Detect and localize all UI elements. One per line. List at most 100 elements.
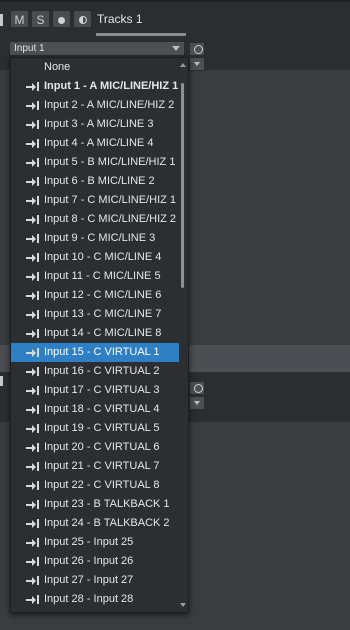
input-option-button[interactable] xyxy=(189,42,205,56)
track-volume-bar[interactable] xyxy=(96,33,186,36)
monitor-icon xyxy=(78,16,87,24)
menu-item[interactable]: Input 24 - B TALKBACK 2 xyxy=(11,514,179,533)
track-edge-marker xyxy=(0,14,3,26)
scroll-down-icon[interactable] xyxy=(180,603,186,607)
menu-scrollbar[interactable] xyxy=(178,58,188,612)
menu-item[interactable]: Input 27 - Input 27 xyxy=(11,571,179,590)
input-icon xyxy=(26,481,40,490)
scroll-thumb[interactable] xyxy=(181,83,184,288)
input-icon xyxy=(26,348,40,357)
menu-item-label: Input 3 - A MIC/LINE 3 xyxy=(44,118,154,130)
scroll-up-icon[interactable] xyxy=(180,63,186,67)
input-icon xyxy=(26,196,40,205)
menu-item-label: Input 12 - C MIC/LINE 6 xyxy=(44,289,162,301)
menu-item[interactable]: Input 10 - C MIC/LINE 4 xyxy=(11,248,179,267)
menu-item-label: Input 25 - Input 25 xyxy=(44,536,134,548)
menu-item-label: Input 1 - A MIC/LINE/HIZ 1 xyxy=(44,80,179,92)
menu-item-label: Input 7 - C MIC/LINE/HIZ 1 xyxy=(44,194,177,206)
menu-item-label: Input 8 - C MIC/LINE/HIZ 2 xyxy=(44,213,177,225)
menu-item-label: Input 27 - Input 27 xyxy=(44,574,134,586)
track-2-output-select-button[interactable] xyxy=(189,396,205,410)
menu-item-label: Input 20 - C VIRTUAL 6 xyxy=(44,441,160,453)
menu-item-label: Input 9 - C MIC/LINE 3 xyxy=(44,232,156,244)
input-dropdown-menu: None Input 1 - A MIC/LINE/HIZ 1 Input 2 - … xyxy=(10,57,189,613)
menu-item[interactable]: Input 9 - C MIC/LINE 3 xyxy=(11,229,179,248)
menu-item-label: Input 21 - C VIRTUAL 7 xyxy=(44,460,160,472)
input-icon xyxy=(26,177,40,186)
menu-item[interactable]: Input 23 - B TALKBACK 1 xyxy=(11,495,179,514)
input-icon xyxy=(26,443,40,452)
menu-item[interactable]: Input 8 - C MIC/LINE/HIZ 2 xyxy=(11,210,179,229)
menu-item-label: Input 17 - C VIRTUAL 3 xyxy=(44,384,160,396)
solo-button[interactable]: S xyxy=(31,10,50,28)
menu-item-label: Input 11 - C MIC/LINE 5 xyxy=(44,270,161,282)
input-icon xyxy=(26,234,40,243)
menu-item-label: Input 26 - Input 26 xyxy=(44,555,134,567)
mute-button[interactable]: M xyxy=(10,10,29,28)
input-select[interactable]: Input 1 xyxy=(9,41,185,56)
input-icon xyxy=(26,595,40,604)
input-icon xyxy=(26,538,40,547)
record-icon xyxy=(58,17,65,24)
menu-item-label: None xyxy=(44,61,71,73)
menu-item-label: Input 5 - B MIC/LINE/HIZ 1 xyxy=(44,156,176,168)
menu-item-label: Input 14 - C MIC/LINE 8 xyxy=(44,327,162,339)
input-icon xyxy=(26,519,40,528)
track-name[interactable]: Tracks 1 xyxy=(97,12,143,26)
menu-item[interactable]: Input 20 - C VIRTUAL 6 xyxy=(11,438,179,457)
circle-icon xyxy=(194,45,203,54)
menu-item[interactable]: Input 19 - C VIRTUAL 5 xyxy=(11,419,179,438)
menu-item-label: Input 19 - C VIRTUAL 5 xyxy=(44,422,160,434)
output-select-button[interactable] xyxy=(189,57,205,71)
menu-item[interactable]: Input 22 - C VIRTUAL 8 xyxy=(11,476,179,495)
record-arm-button[interactable] xyxy=(52,10,71,28)
input-icon xyxy=(26,139,40,148)
menu-item[interactable]: Input 12 - C MIC/LINE 6 xyxy=(11,286,179,305)
menu-item[interactable]: Input 3 - A MIC/LINE 3 xyxy=(11,115,179,134)
menu-item-label: Input 22 - C VIRTUAL 8 xyxy=(44,479,160,491)
chevron-down-icon xyxy=(194,401,200,405)
menu-item[interactable]: Input 17 - C VIRTUAL 3 xyxy=(11,381,179,400)
input-icon xyxy=(26,405,40,414)
menu-item-label: Input 18 - C VIRTUAL 4 xyxy=(44,403,160,415)
menu-list: None Input 1 - A MIC/LINE/HIZ 1 Input 2 - … xyxy=(11,58,179,609)
chevron-down-icon xyxy=(194,62,200,66)
menu-item[interactable]: Input 26 - Input 26 xyxy=(11,552,179,571)
menu-item[interactable]: Input 28 - Input 28 xyxy=(11,590,179,609)
input-icon xyxy=(26,386,40,395)
menu-item[interactable]: Input 25 - Input 25 xyxy=(11,533,179,552)
input-icon xyxy=(26,82,40,91)
input-icon xyxy=(26,424,40,433)
menu-item[interactable]: Input 15 - C VIRTUAL 1 xyxy=(11,343,179,362)
input-icon xyxy=(26,158,40,167)
menu-item-label: Input 10 - C MIC/LINE 4 xyxy=(44,251,162,263)
menu-item[interactable]: Input 16 - C VIRTUAL 2 xyxy=(11,362,179,381)
menu-item[interactable]: Input 21 - C VIRTUAL 7 xyxy=(11,457,179,476)
menu-item[interactable]: Input 5 - B MIC/LINE/HIZ 1 xyxy=(11,153,179,172)
input-icon xyxy=(26,557,40,566)
input-icon xyxy=(26,253,40,262)
menu-item[interactable]: Input 13 - C MIC/LINE 7 xyxy=(11,305,179,324)
input-icon xyxy=(26,367,40,376)
menu-item[interactable]: Input 2 - A MIC/LINE/HIZ 2 xyxy=(11,96,179,115)
menu-item-label: Input 15 - C VIRTUAL 1 xyxy=(44,346,160,358)
input-icon xyxy=(26,291,40,300)
menu-item[interactable]: Input 18 - C VIRTUAL 4 xyxy=(11,400,179,419)
menu-item[interactable]: Input 6 - B MIC/LINE 2 xyxy=(11,172,179,191)
menu-item-label: Input 28 - Input 28 xyxy=(44,593,134,605)
track-2-input-option-button[interactable] xyxy=(189,381,205,395)
menu-item-label: Input 2 - A MIC/LINE/HIZ 2 xyxy=(44,99,175,111)
menu-item[interactable]: None xyxy=(11,58,179,77)
menu-item[interactable]: Input 1 - A MIC/LINE/HIZ 1 xyxy=(11,77,179,96)
menu-item[interactable]: Input 11 - C MIC/LINE 5 xyxy=(11,267,179,286)
monitor-button[interactable] xyxy=(73,10,92,28)
menu-item-label: Input 6 - B MIC/LINE 2 xyxy=(44,175,155,187)
menu-item[interactable]: Input 14 - C MIC/LINE 8 xyxy=(11,324,179,343)
input-select-value: Input 1 xyxy=(14,43,45,54)
input-icon xyxy=(26,329,40,338)
input-icon xyxy=(26,101,40,110)
daw-window: M S Tracks 1 Input 1 None Input 1 - A MIC… xyxy=(0,0,350,630)
menu-item[interactable]: Input 7 - C MIC/LINE/HIZ 1 xyxy=(11,191,179,210)
menu-item[interactable]: Input 4 - A MIC/LINE 4 xyxy=(11,134,179,153)
menu-item-label: Input 13 - C MIC/LINE 7 xyxy=(44,308,162,320)
